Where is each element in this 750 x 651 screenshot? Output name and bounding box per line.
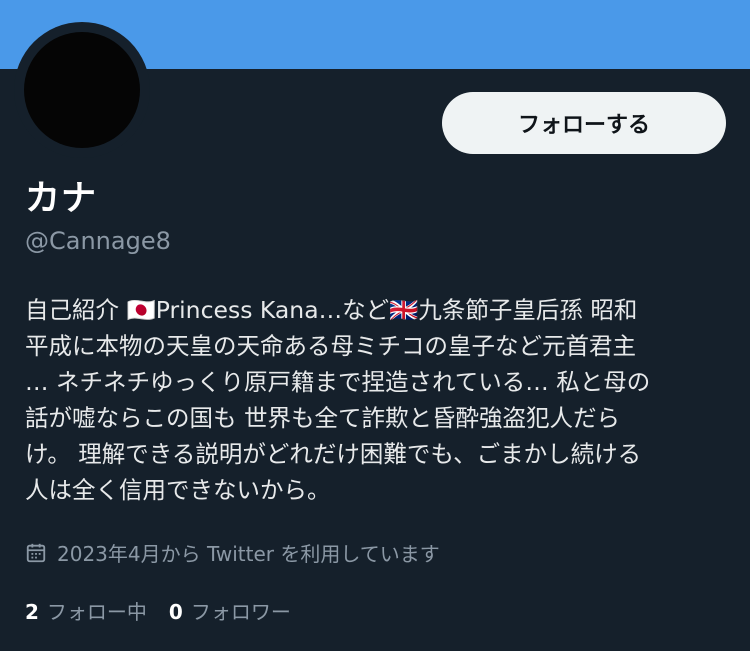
following-link[interactable]: 2 フォロー中 bbox=[25, 596, 147, 625]
calendar-icon bbox=[26, 543, 46, 562]
join-date: 2023年4月から Twitter を利用しています bbox=[25, 538, 440, 567]
bio: 自己紹介 🇯🇵Princess Kana…など🇬🇧九条節子皇后孫 昭和 平成に本… bbox=[25, 292, 725, 508]
bio-line: … ネチネチゆっくり原戸籍まで捏造されている… 私と母の bbox=[25, 368, 651, 396]
join-date-text: 2023年4月から Twitter を利用しています bbox=[57, 542, 440, 566]
bio-line: 話が嘘ならこの国も 世界も全て詐欺と昏酔強盗犯人だら bbox=[25, 404, 620, 432]
display-name: カナ bbox=[25, 179, 98, 219]
following-label: フォロー中 bbox=[46, 600, 147, 624]
follow-stats: 2 フォロー中 0 フォロワー bbox=[25, 596, 313, 625]
followers-link[interactable]: 0 フォロワー bbox=[169, 596, 291, 625]
avatar[interactable] bbox=[24, 32, 140, 148]
bio-line: 自己紹介 🇯🇵Princess Kana…など🇬🇧九条節子皇后孫 昭和 bbox=[25, 296, 638, 324]
follow-button[interactable]: フォローする bbox=[442, 92, 726, 154]
bio-line: け。 理解できる説明がどれだけ困難でも、ごまかし続ける bbox=[25, 440, 642, 468]
avatar-frame bbox=[14, 22, 150, 158]
following-count: 2 bbox=[25, 600, 39, 624]
bio-line: 平成に本物の天皇の天命ある母ミチコの皇子など元首君主 bbox=[25, 332, 636, 360]
user-handle: @Cannage8 bbox=[25, 227, 171, 255]
followers-label: フォロワー bbox=[190, 600, 291, 624]
bio-line: 人は全く信用できないから。 bbox=[25, 476, 331, 504]
followers-count: 0 bbox=[168, 600, 183, 624]
